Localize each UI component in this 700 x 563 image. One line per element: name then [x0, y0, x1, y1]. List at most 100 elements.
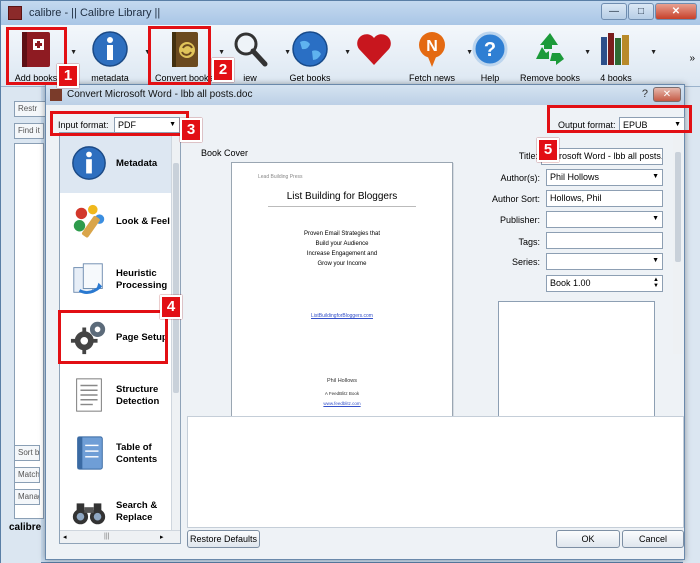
annotation-box-3 [50, 111, 189, 136]
comments-editor[interactable] [498, 301, 655, 421]
close-button[interactable]: ✕ [655, 3, 697, 20]
chevron-down-icon: ▼ [652, 257, 659, 264]
book-cover-label: Book Cover [201, 148, 249, 158]
annotation-box-5 [547, 105, 692, 133]
tag-browser[interactable] [14, 143, 44, 519]
main-title-bar: calibre - || Calibre Library || — □ ✕ [1, 1, 700, 25]
annotation-box-2 [148, 26, 211, 85]
cover-subtitle-line: Build your Audience [315, 241, 369, 247]
left-panel: Restr Find it Sort b Match Manag [1, 87, 48, 563]
structure-doc-icon [76, 378, 102, 412]
restore-defaults-button[interactable]: Restore Defaults [187, 530, 260, 548]
calibre-app-icon [8, 6, 22, 20]
library-books-icon [601, 33, 629, 65]
look-feel-icon [73, 204, 105, 238]
maximize-button[interactable]: □ [628, 3, 654, 20]
title-field[interactable]: Microsoft Word - lbb all posts.doc [541, 148, 663, 165]
annotation-number-3: 3 [180, 118, 202, 142]
scroll-thumb[interactable]: ||| [104, 533, 109, 540]
sort-stub[interactable]: Sort b [14, 445, 40, 461]
lower-blank-area [187, 416, 684, 528]
help-icon: ? [472, 31, 508, 67]
dialog-icon [50, 89, 62, 101]
cover-rule [268, 206, 416, 207]
cover-header-text: Lead Building Press [258, 174, 303, 180]
publisher-label: Publisher: [499, 215, 540, 225]
help-icon[interactable]: ? [642, 88, 648, 100]
remove-books-button[interactable]: Remove books ▼ [515, 27, 591, 85]
svg-text:?: ? [484, 39, 496, 61]
scroll-left-icon[interactable]: ◂ [63, 533, 67, 541]
metadata-label: metadata [91, 73, 129, 83]
main-toolbar: Add books ▼ metadata ▼ Convert books ▼ i… [1, 25, 700, 87]
cover-subtitle-line: Increase Engagement and [306, 251, 378, 257]
globe-icon [292, 31, 328, 67]
nav-label: Look & Feel [116, 216, 170, 227]
nav-item-metadata[interactable]: Metadata [60, 135, 172, 193]
get-books-button[interactable]: Get books ▼ [275, 27, 351, 85]
series-index-value: Book 1.00 [550, 278, 591, 288]
metadata-info-icon [72, 146, 106, 180]
author-sort-label: Author Sort: [491, 194, 540, 204]
remove-books-label: Remove books [519, 73, 581, 83]
chevron-down-icon[interactable]: ▼ [650, 49, 657, 56]
nav-vertical-scrollbar[interactable] [171, 133, 180, 531]
annotation-number-5: 5 [537, 138, 559, 162]
toc-book-icon [77, 436, 103, 470]
annotation-number-1: 1 [57, 64, 79, 88]
chevron-down-icon: ▼ [652, 173, 659, 180]
manage-stub[interactable]: Manag [14, 489, 40, 505]
library-button[interactable]: 4 books ▼ [581, 27, 657, 85]
heuristic-icon [73, 263, 103, 294]
dialog-close-button[interactable]: ✕ [653, 87, 681, 102]
tags-label: Tags: [518, 237, 540, 247]
info-icon [92, 31, 128, 67]
spin-arrows-icon[interactable]: ▲ ▼ [653, 277, 659, 289]
title-label: Title: [518, 151, 538, 161]
authors-value: Phil Hollows [550, 172, 600, 182]
publisher-combo[interactable]: ▼ [546, 211, 663, 228]
authors-label: Author(s): [500, 173, 540, 183]
nav-item-table-of-contents[interactable]: Table of Contents [60, 425, 172, 483]
chevron-down-icon: ▼ [652, 215, 659, 222]
nav-item-structure-detection[interactable]: Structure Detection [60, 367, 172, 425]
cover-subtitle-line: Proven Email Strategies that [303, 231, 381, 237]
recycle-icon [536, 33, 564, 65]
series-combo[interactable]: ▼ [546, 253, 663, 270]
authors-combo[interactable]: Phil Hollows ▼ [546, 169, 663, 186]
restrict-stub[interactable]: Restr [14, 101, 48, 117]
author-sort-field[interactable]: Hollows, Phil [546, 190, 663, 207]
library-label: 4 books [600, 73, 632, 83]
nav-label: Table of Contents [116, 442, 158, 465]
right-panel [683, 87, 700, 563]
cover-title: List Building for Bloggers [286, 191, 398, 202]
right-scrollbar[interactable] [673, 132, 683, 354]
find-stub[interactable]: Find it [14, 123, 44, 139]
toolbar-overflow-icon[interactable]: » [689, 53, 695, 64]
dialog-title-bar: Convert Microsoft Word - lbb all posts.d… [46, 85, 684, 105]
nav-label: Structure Detection [116, 384, 160, 407]
match-stub[interactable]: Match [14, 467, 40, 483]
nav-label: Metadata [116, 158, 158, 169]
cover-imprint: A FeedBlitz Book [324, 391, 360, 396]
minimize-button[interactable]: — [601, 3, 627, 20]
annotation-number-2: 2 [212, 58, 234, 82]
cover-author: Phil Hollows [327, 378, 357, 384]
magnifier-icon [234, 32, 268, 67]
edit-metadata-button[interactable]: metadata ▼ [75, 27, 151, 85]
annotation-box-4 [58, 310, 168, 364]
series-index-spinbox[interactable]: Book 1.00 ▲ ▼ [546, 275, 663, 292]
main-window-title: calibre - || Calibre Library || [29, 7, 161, 19]
cancel-button[interactable]: Cancel [622, 530, 684, 548]
book-cover-preview[interactable]: Lead Building Press List Building for Bl… [231, 162, 453, 420]
cover-website: www.feedblitz.com [323, 401, 361, 406]
cover-link: ListBuildingforBloggers.com [311, 313, 373, 319]
tags-field[interactable] [546, 232, 663, 249]
ok-button[interactable]: OK [556, 530, 620, 548]
dialog-title: Convert Microsoft Word - lbb all posts.d… [67, 89, 253, 100]
nav-item-heuristic[interactable]: Heuristic Processing [60, 251, 172, 309]
fetch-news-icon: N [419, 32, 445, 67]
scroll-right-icon[interactable]: ▸ [160, 533, 164, 541]
nav-item-look-feel[interactable]: Look & Feel [60, 193, 172, 251]
nav-horizontal-scrollbar[interactable]: ◂ ||| ▸ [60, 530, 180, 543]
